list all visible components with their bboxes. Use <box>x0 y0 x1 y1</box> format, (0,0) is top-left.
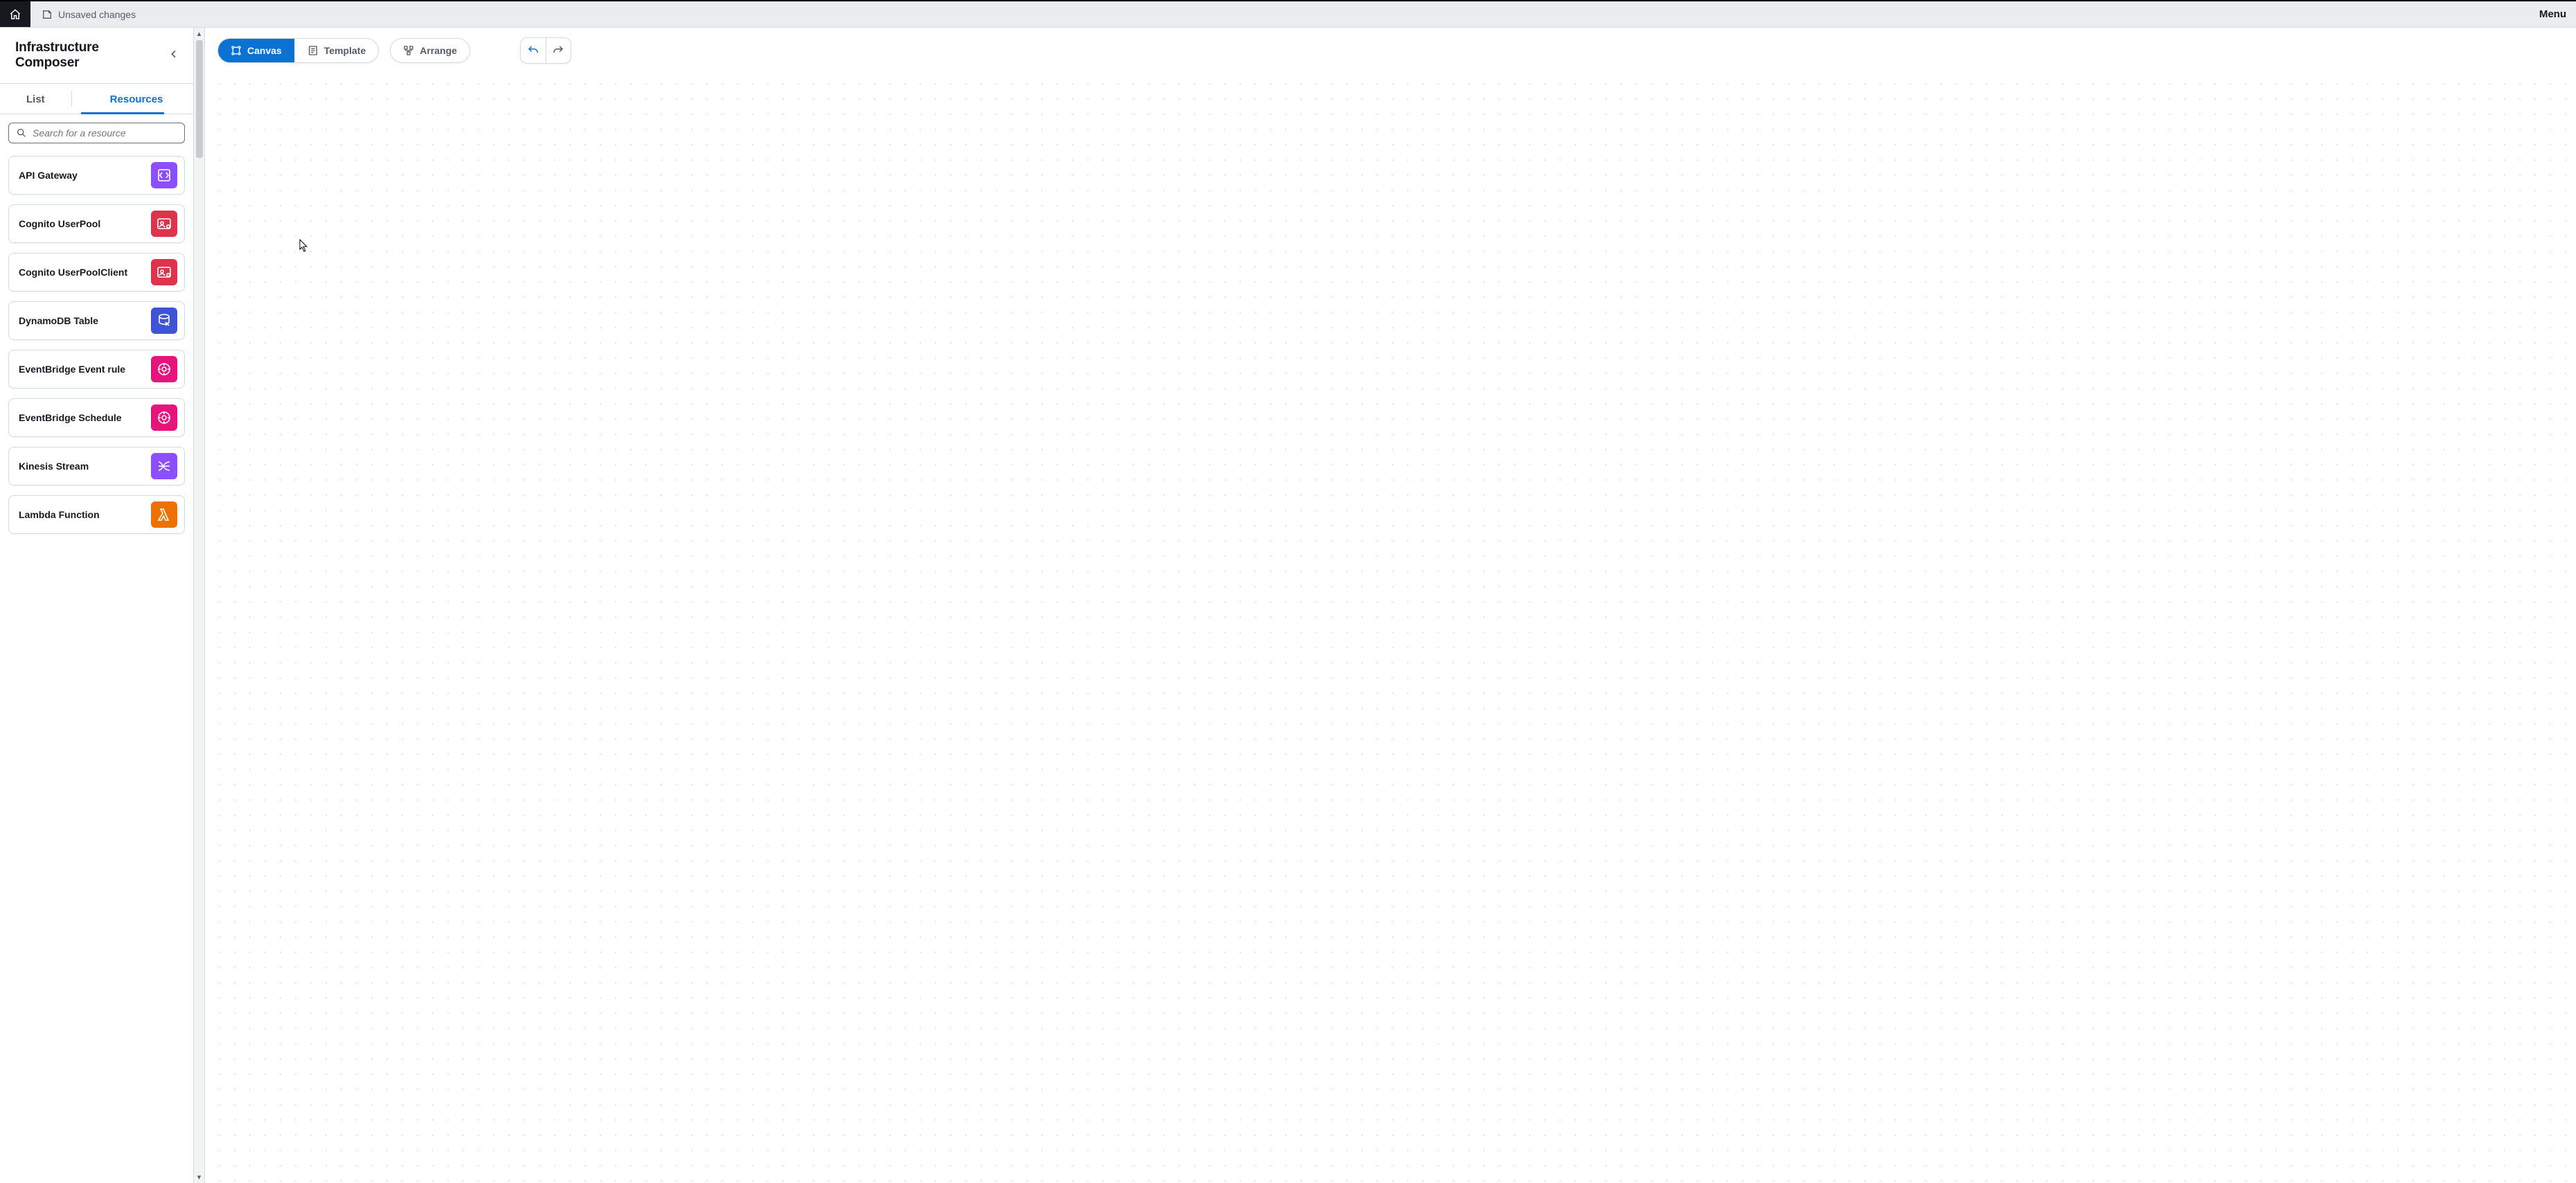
resource-item[interactable]: Kinesis Stream <box>8 447 185 486</box>
undo-icon <box>527 44 539 57</box>
home-icon <box>9 8 21 21</box>
resource-label: EventBridge Schedule <box>19 412 122 423</box>
page-title: Infrastructure Composer <box>15 40 166 71</box>
arrange-button[interactable]: Arrange <box>390 38 470 63</box>
resource-item[interactable]: API Gateway <box>8 156 185 195</box>
dynamodb-icon <box>151 308 177 334</box>
canvas-toolbar: Canvas Template Arrange <box>217 37 571 64</box>
arrange-label: Arrange <box>420 45 457 56</box>
lambda-icon <box>151 501 177 528</box>
cognito-userpool-icon <box>151 211 177 237</box>
canvas-icon <box>231 45 242 56</box>
resource-item[interactable]: EventBridge Schedule <box>8 398 185 437</box>
sidebar-tabs: List Resources <box>0 84 193 114</box>
unsaved-changes-indicator: Unsaved changes <box>30 9 147 20</box>
top-bar: Unsaved changes Menu <box>0 0 2576 28</box>
resource-label: Kinesis Stream <box>19 461 89 472</box>
resource-label: API Gateway <box>19 170 78 181</box>
search-icon <box>16 127 27 139</box>
resource-label: Lambda Function <box>19 509 100 520</box>
search-wrap <box>0 114 193 152</box>
search-input[interactable] <box>33 127 177 139</box>
scrollbar-thumb[interactable] <box>196 40 203 158</box>
search-box[interactable] <box>8 123 185 143</box>
file-icon <box>42 9 53 20</box>
scroll-up-icon[interactable]: ▴ <box>197 28 202 39</box>
menu-button[interactable]: Menu <box>2530 8 2576 20</box>
template-icon <box>307 45 319 56</box>
resource-item[interactable]: EventBridge Event rule <box>8 350 185 389</box>
view-switcher: Canvas Template <box>217 38 379 63</box>
kinesis-icon <box>151 453 177 479</box>
resource-item[interactable]: Cognito UserPool <box>8 204 185 243</box>
eventbridge-rule-icon <box>151 356 177 382</box>
tab-list[interactable]: List <box>0 84 71 114</box>
resource-item[interactable]: Cognito UserPoolClient <box>8 253 185 292</box>
resource-list[interactable]: API Gateway Cognito UserPool Cognito UserP… <box>0 152 193 1183</box>
resource-label: Cognito UserPoolClient <box>19 267 127 278</box>
undo-button[interactable] <box>521 38 546 63</box>
sidebar-scrollbar[interactable]: ▴ ▾ <box>194 28 205 1183</box>
canvas-view-label: Canvas <box>247 45 282 56</box>
undo-redo-group <box>520 37 571 64</box>
unsaved-changes-label: Unsaved changes <box>58 9 136 20</box>
resource-item[interactable]: DynamoDB Table <box>8 301 185 340</box>
resource-label: DynamoDB Table <box>19 315 98 326</box>
cognito-client-icon <box>151 259 177 285</box>
collapse-sidebar-button[interactable] <box>166 46 182 66</box>
api-gateway-icon <box>151 162 177 188</box>
canvas-area[interactable]: Canvas Template Arrange <box>205 28 2576 1183</box>
resource-item[interactable]: Lambda Function <box>8 495 185 534</box>
sidebar-header: Infrastructure Composer <box>0 28 193 84</box>
template-view-button[interactable]: Template <box>294 39 378 62</box>
tab-resources[interactable]: Resources <box>71 84 175 114</box>
template-view-label: Template <box>324 45 366 56</box>
arrange-icon <box>403 45 414 56</box>
canvas-view-button[interactable]: Canvas <box>218 39 294 62</box>
resource-label: Cognito UserPool <box>19 218 100 229</box>
redo-icon <box>552 44 564 57</box>
eventbridge-sched-icon <box>151 404 177 431</box>
scroll-down-icon[interactable]: ▾ <box>197 1171 202 1183</box>
redo-button[interactable] <box>546 38 571 63</box>
chevron-left-icon <box>168 48 179 60</box>
canvas-grid <box>205 69 2576 1183</box>
home-button[interactable] <box>0 1 30 27</box>
sidebar: Infrastructure Composer List Resources A… <box>0 28 194 1183</box>
resource-label: EventBridge Event rule <box>19 364 125 375</box>
